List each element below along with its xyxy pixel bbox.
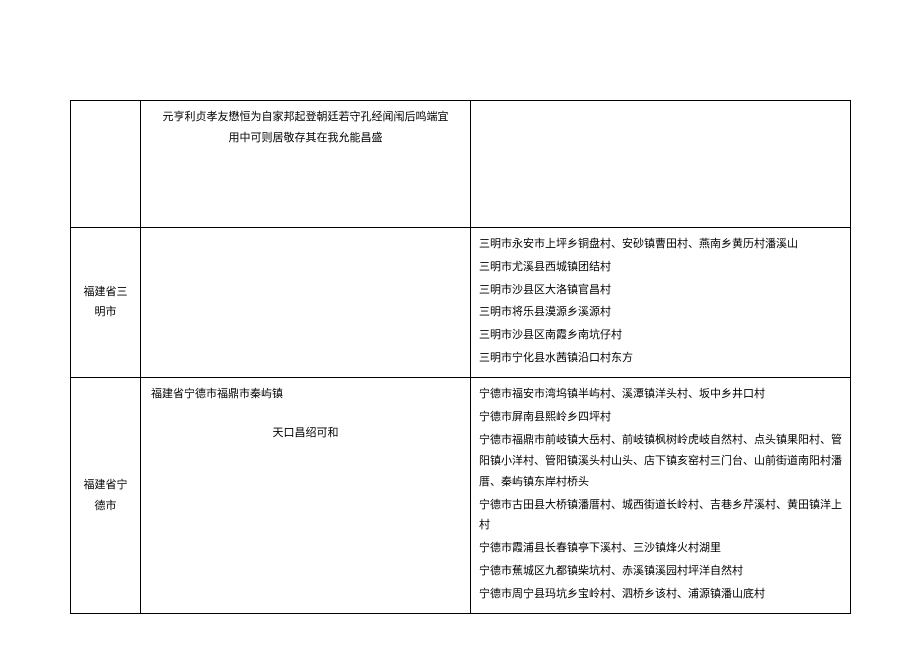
location-line: 宁德市屏南县熙岭乡四坪村 [479, 407, 842, 428]
document-table-wrap: 元亨利贞孝友懋恒为自家邦起登朝廷若守孔经闻闱后鸣端宜用中可则居敬存其在我允能昌盛… [70, 100, 850, 614]
table-row: 福建省三明市 三明市永安市上坪乡铜盘村、安砂镇曹田村、燕南乡黄历村潘溪山 三明市… [71, 227, 851, 377]
cell-region: 福建省三明市 [71, 227, 141, 377]
location-line: 三明市宁化县水茜镇沿口村东方 [479, 348, 842, 369]
cell-right [471, 101, 851, 228]
document-table: 元亨利贞孝友懋恒为自家邦起登朝廷若守孔经闻闱后鸣端宜用中可则居敬存其在我允能昌盛… [70, 100, 851, 614]
cell-mid: 元亨利贞孝友懋恒为自家邦起登朝廷若守孔经闻闱后鸣端宜用中可则居敬存其在我允能昌盛 [141, 101, 471, 228]
location-line: 三明市永安市上坪乡铜盘村、安砂镇曹田村、燕南乡黄历村潘溪山 [479, 234, 842, 255]
region-label: 福建省宁德市 [84, 479, 128, 512]
location-line: 宁德市周宁县玛坑乡宝岭村、泗桥乡该村、浦源镇潘山底村 [479, 584, 842, 605]
location-line: 宁德市古田县大桥镇潘厝村、城西街道长岭村、吉巷乡芹溪村、黄田镇洋上村 [479, 495, 842, 537]
location-line: 三明市尤溪县西城镇团结村 [479, 257, 842, 278]
location-line: 宁德市福安市湾坞镇半屿村、溪潭镇洋头村、坂中乡井口村 [479, 384, 842, 405]
cell-mid [141, 227, 471, 377]
location-line: 宁德市福鼎市前岐镇大岳村、前岐镇枫树岭虎岐自然村、点头镇果阳村、管阳镇小洋村、管… [479, 430, 842, 493]
cell-right: 宁德市福安市湾坞镇半屿村、溪潭镇洋头村、坂中乡井口村 宁德市屏南县熙岭乡四坪村 … [471, 378, 851, 614]
table-row: 福建省宁德市 福建省宁德市福鼎市秦屿镇 天口昌绍可和 宁德市福安市湾坞镇半屿村、… [71, 378, 851, 614]
cell-region [71, 101, 141, 228]
location-line: 宁德市霞浦县长春镇亭下溪村、三沙镇烽火村湖里 [479, 538, 842, 559]
spacer [149, 189, 462, 221]
location-line: 三明市将乐县漠源乡溪源村 [479, 302, 842, 323]
region-label: 福建省三明市 [84, 286, 128, 319]
cell-right: 三明市永安市上坪乡铜盘村、安砂镇曹田村、燕南乡黄历村潘溪山 三明市尤溪县西城镇团… [471, 227, 851, 377]
mid-heading: 福建省宁德市福鼎市秦屿镇 [149, 384, 462, 405]
mid-text: 元亨利贞孝友懋恒为自家邦起登朝廷若守孔经闻闱后鸣端宜用中可则居敬存其在我允能昌盛 [149, 107, 462, 149]
location-line: 三明市沙县区南霞乡南坑仔村 [479, 325, 842, 346]
cell-mid: 福建省宁德市福鼎市秦屿镇 天口昌绍可和 [141, 378, 471, 614]
cell-region: 福建省宁德市 [71, 378, 141, 614]
location-line: 宁德市蕉城区九都镇柴坑村、赤溪镇溪园村坪洋自然村 [479, 561, 842, 582]
mid-center: 天口昌绍可和 [149, 423, 462, 444]
location-line: 三明市沙县区大洛镇官昌村 [479, 280, 842, 301]
table-row: 元亨利贞孝友懋恒为自家邦起登朝廷若守孔经闻闱后鸣端宜用中可则居敬存其在我允能昌盛 [71, 101, 851, 228]
